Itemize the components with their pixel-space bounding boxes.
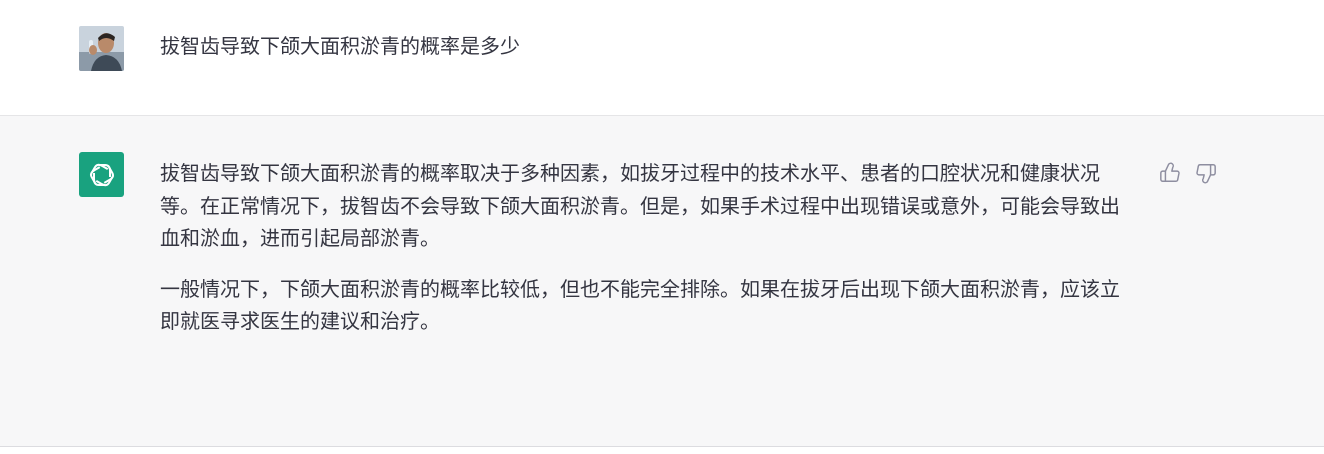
assistant-paragraph: 一般情况下，下颌大面积淤青的概率比较低，但也不能完全排除。如果在拔牙后出现下颌大… [160,276,1120,334]
assistant-message-text: 拔智齿导致下颌大面积淤青的概率取决于多种因素，如拔牙过程中的技术水平、患者的口腔… [160,157,1126,356]
user-avatar [79,26,124,71]
thumbs-up-icon [1160,162,1180,182]
user-message-row: 拔智齿导致下颌大面积淤青的概率是多少 [0,0,1324,116]
feedback-controls [1157,160,1219,186]
user-message-text: 拔智齿导致下颌大面积淤青的概率是多少 [160,34,520,58]
assistant-avatar [79,152,124,197]
assistant-paragraph: 拔智齿导致下颌大面积淤青的概率取决于多种因素，如拔牙过程中的技术水平、患者的口腔… [160,161,1120,250]
assistant-message-row: 拔智齿导致下颌大面积淤青的概率取决于多种因素，如拔牙过程中的技术水平、患者的口腔… [0,116,1324,447]
openai-logo-icon [89,163,114,186]
thumbs-down-button[interactable] [1193,160,1219,186]
thumbs-up-button[interactable] [1157,160,1183,186]
thumbs-down-icon [1196,164,1216,184]
